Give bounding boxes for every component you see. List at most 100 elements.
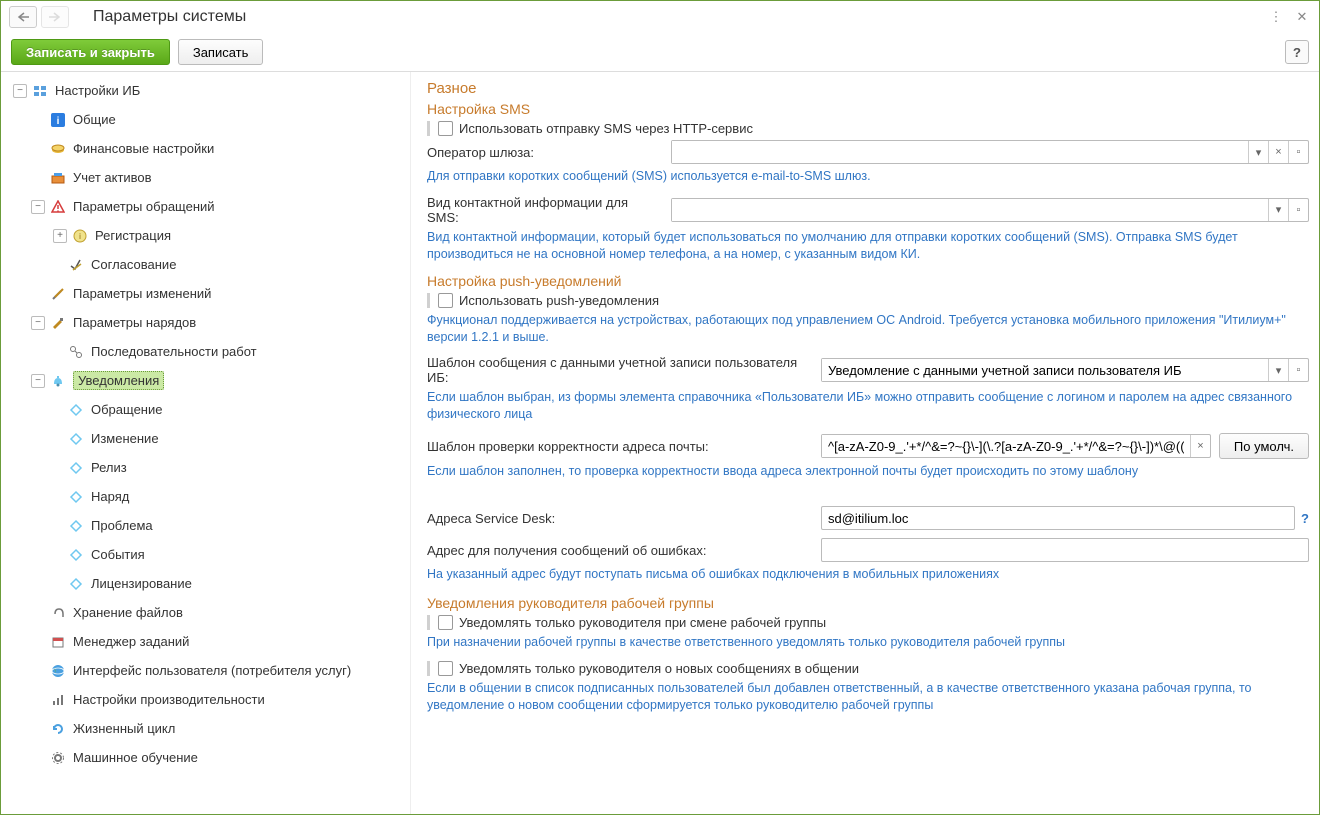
gear-icon bbox=[49, 749, 67, 767]
main-panel: Разное Настройка SMS Использовать отправ… bbox=[411, 72, 1319, 814]
collapse-icon[interactable]: − bbox=[31, 374, 45, 388]
info-icon: i bbox=[49, 111, 67, 129]
clear-icon[interactable]: × bbox=[1190, 435, 1210, 457]
clear-icon[interactable]: × bbox=[1268, 141, 1288, 163]
tree-item-customer-ui[interactable]: Интерфейс пользователя (потребителя услу… bbox=[7, 656, 410, 685]
warning-icon bbox=[49, 198, 67, 216]
toolbar: Записать и закрыть Записать ? bbox=[1, 33, 1319, 71]
tree-label: Менеджер заданий bbox=[73, 634, 189, 649]
tree-item-ml[interactable]: Машинное обучение bbox=[7, 743, 410, 772]
tree-label: Настройки производительности bbox=[73, 692, 265, 707]
tree-label: Обращение bbox=[91, 402, 162, 417]
titlebar: Параметры системы ⋮ ✕ bbox=[1, 1, 1319, 33]
input-template[interactable]: ▾ ▫ bbox=[821, 358, 1309, 382]
nav-forward-button[interactable] bbox=[41, 6, 69, 28]
dropdown-icon[interactable]: ▾ bbox=[1268, 199, 1288, 221]
checkbox-wg-msg[interactable]: Уведомлять только руководителя о новых с… bbox=[438, 661, 1309, 676]
tree-item-problema[interactable]: Проблема bbox=[7, 511, 410, 540]
tree-label: Финансовые настройки bbox=[73, 141, 214, 156]
collapse-icon[interactable]: − bbox=[31, 200, 45, 214]
brush-icon bbox=[49, 314, 67, 332]
tree-label: Согласование bbox=[91, 257, 176, 272]
tree-label: Параметры обращений bbox=[73, 199, 215, 214]
tree-item-assets[interactable]: Учет активов bbox=[7, 163, 410, 192]
tree-item-requests[interactable]: − Параметры обращений bbox=[7, 192, 410, 221]
tree-item-reliz[interactable]: Релиз bbox=[7, 453, 410, 482]
label-error-address: Адрес для получения сообщений об ошибках… bbox=[427, 543, 811, 558]
tree-item-licensing[interactable]: Лицензирование bbox=[7, 569, 410, 598]
dropdown-icon[interactable]: ▾ bbox=[1248, 141, 1268, 163]
input-template-field[interactable] bbox=[822, 359, 1268, 381]
window-title: Параметры системы bbox=[93, 8, 246, 26]
globe-icon bbox=[49, 662, 67, 680]
diamond-icon bbox=[67, 517, 85, 535]
default-button[interactable]: По умолч. bbox=[1219, 433, 1309, 459]
diamond-icon bbox=[67, 575, 85, 593]
nav-back-button[interactable] bbox=[9, 6, 37, 28]
input-gateway[interactable]: ▾ × ▫ bbox=[671, 140, 1309, 164]
tree-label: Наряд bbox=[91, 489, 129, 504]
tree-item-notifications[interactable]: − Уведомления bbox=[7, 366, 410, 395]
approval-icon bbox=[67, 256, 85, 274]
tree-item-lifecycle[interactable]: Жизненный цикл bbox=[7, 714, 410, 743]
save-close-button[interactable]: Записать и закрыть bbox=[11, 39, 170, 65]
tree-item-naryad[interactable]: Наряд bbox=[7, 482, 410, 511]
menu-icon[interactable]: ⋮ bbox=[1267, 8, 1285, 26]
tree-item-registration[interactable]: + i Регистрация bbox=[7, 221, 410, 250]
checkbox-sms-http[interactable]: Использовать отправку SMS через HTTP-сер… bbox=[438, 121, 1309, 136]
assets-icon bbox=[49, 169, 67, 187]
close-icon[interactable]: ✕ bbox=[1293, 8, 1311, 26]
help-icon[interactable]: ? bbox=[1301, 511, 1309, 526]
sidebar-tree: − Настройки ИБ i Общие Финансовые настро… bbox=[1, 72, 411, 814]
open-icon[interactable]: ▫ bbox=[1288, 359, 1308, 381]
tree-item-workorders[interactable]: − Параметры нарядов bbox=[7, 308, 410, 337]
dropdown-icon[interactable]: ▾ bbox=[1268, 359, 1288, 381]
expand-icon[interactable]: + bbox=[53, 229, 67, 243]
input-sd-address[interactable] bbox=[821, 506, 1295, 530]
clip-icon bbox=[49, 604, 67, 622]
input-error-address[interactable] bbox=[821, 538, 1309, 562]
tree-label: Релиз bbox=[91, 460, 127, 475]
hint-wg-msg: Если в общении в список подписанных поль… bbox=[427, 680, 1309, 714]
input-email-check-field[interactable] bbox=[822, 435, 1190, 457]
tree-item-finance[interactable]: Финансовые настройки bbox=[7, 134, 410, 163]
tree-item-sequences[interactable]: Последовательности работ bbox=[7, 337, 410, 366]
tree-label: Параметры изменений bbox=[73, 286, 211, 301]
checkbox-icon bbox=[438, 615, 453, 630]
collapse-icon[interactable]: − bbox=[31, 316, 45, 330]
tree-item-files[interactable]: Хранение файлов bbox=[7, 598, 410, 627]
tree-item-general[interactable]: i Общие bbox=[7, 105, 410, 134]
tree-item-obrashenie[interactable]: Обращение bbox=[7, 395, 410, 424]
open-icon[interactable]: ▫ bbox=[1288, 141, 1308, 163]
tree-item-sobytiya[interactable]: События bbox=[7, 540, 410, 569]
tree-label: Жизненный цикл bbox=[73, 721, 175, 736]
tree-item-izmenenie[interactable]: Изменение bbox=[7, 424, 410, 453]
hint-wg-change: При назначении рабочей группы в качестве… bbox=[427, 634, 1309, 651]
save-button[interactable]: Записать bbox=[178, 39, 264, 65]
collapse-icon[interactable]: − bbox=[13, 84, 27, 98]
tools-icon bbox=[49, 285, 67, 303]
open-icon[interactable]: ▫ bbox=[1288, 199, 1308, 221]
bell-icon bbox=[49, 372, 67, 390]
tree-root[interactable]: − Настройки ИБ bbox=[7, 76, 410, 105]
tree-item-perf[interactable]: Настройки производительности bbox=[7, 685, 410, 714]
db-icon bbox=[31, 82, 49, 100]
checkbox-wg-change[interactable]: Уведомлять только руководителя при смене… bbox=[438, 615, 1309, 630]
label-template: Шаблон сообщения с данными учетной запис… bbox=[427, 355, 811, 385]
tree-label: Параметры нарядов bbox=[73, 315, 196, 330]
help-button[interactable]: ? bbox=[1285, 40, 1309, 64]
input-contact-type-field[interactable] bbox=[672, 199, 1268, 221]
diamond-icon bbox=[67, 430, 85, 448]
input-contact-type[interactable]: ▾ ▫ bbox=[671, 198, 1309, 222]
input-email-check[interactable]: × bbox=[821, 434, 1211, 458]
chain-icon bbox=[67, 343, 85, 361]
checkbox-push[interactable]: Использовать push-уведомления bbox=[438, 293, 1309, 308]
heading-misc: Разное bbox=[427, 80, 1309, 97]
label-contact-type: Вид контактной информации для SMS: bbox=[427, 195, 661, 225]
tree-item-jobmgr[interactable]: Менеджер заданий bbox=[7, 627, 410, 656]
tree-label: Лицензирование bbox=[91, 576, 192, 591]
tree-item-approval[interactable]: Согласование bbox=[7, 250, 410, 279]
input-gateway-field[interactable] bbox=[672, 141, 1248, 163]
tree-label: Машинное обучение bbox=[73, 750, 198, 765]
tree-item-changes[interactable]: Параметры изменений bbox=[7, 279, 410, 308]
